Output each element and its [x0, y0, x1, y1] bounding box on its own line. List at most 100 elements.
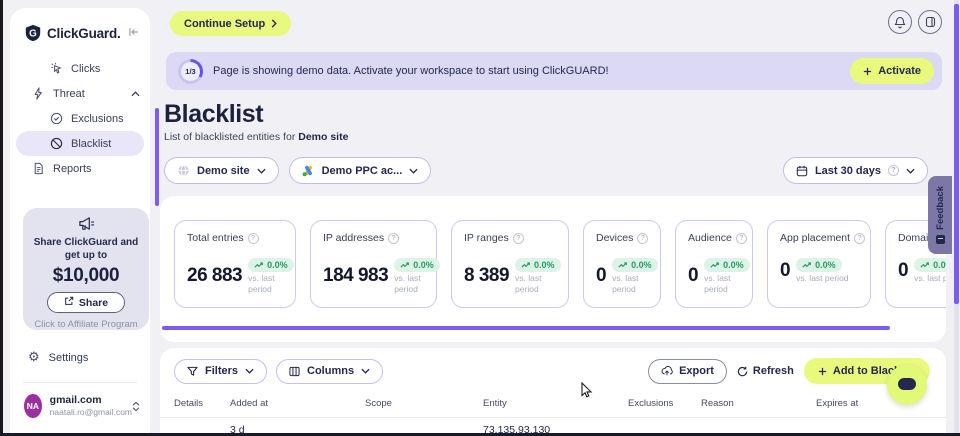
stat-value: 0 — [596, 265, 606, 287]
continue-setup-label: Continue Setup — [184, 18, 265, 30]
date-range-selector[interactable]: Last 30 days ? — [783, 157, 928, 184]
chevron-down-icon — [245, 368, 254, 374]
stat-delta: 0.0% — [933, 260, 946, 270]
sidebar-scrollbar[interactable] — [155, 108, 159, 206]
continue-setup-button[interactable]: Continue Setup — [170, 11, 291, 36]
page-subtitle: List of blacklisted entities for Demo si… — [164, 131, 348, 143]
setup-step-count: 1/3 — [181, 62, 200, 81]
stat-value: 184 983 — [323, 265, 388, 287]
chevron-updown-icon[interactable] — [132, 401, 140, 412]
sidebar-item-blacklist[interactable]: Blacklist — [16, 131, 144, 156]
stat-label: IP addresses — [323, 232, 384, 244]
app-window: G ClickGuard. Clicks Threat — [0, 0, 960, 436]
stat-compare: vs. last period — [796, 273, 848, 284]
sidebar-item-threat[interactable]: Threat — [10, 81, 150, 106]
info-icon[interactable]: ? — [248, 233, 259, 244]
table-header-row: Details Added at Scope Entity Exclusions… — [160, 398, 946, 418]
demo-data-banner: 1/3 Page is showing demo data. Activate … — [166, 52, 942, 90]
user-menu[interactable]: NA gmail.com naatali.ro@gmail.com — [10, 394, 150, 418]
date-range-value: Last 30 days — [815, 165, 881, 177]
column-header-added-at[interactable]: Added at — [230, 398, 365, 409]
stat-card-devices: Devices? 0 0.0% vs. last period — [583, 220, 661, 308]
affiliate-promo-card[interactable]: Share ClickGuard and get up to $10,000 S… — [23, 208, 149, 330]
activate-button[interactable]: Activate — [850, 58, 934, 84]
docs-button[interactable] — [918, 10, 942, 34]
user-name: gmail.com — [50, 394, 132, 407]
avatar: NA — [24, 394, 42, 418]
column-header-entity[interactable]: Entity — [483, 398, 628, 409]
globe-icon — [177, 164, 190, 177]
column-header-reason[interactable]: Reason — [701, 398, 816, 409]
page-subtitle-site: Demo site — [298, 131, 348, 143]
notifications-button[interactable] — [888, 10, 912, 34]
refresh-icon — [737, 366, 748, 377]
sidebar-nav: Clicks Threat Exclusions — [10, 56, 150, 181]
stat-value: 26 883 — [187, 265, 242, 287]
info-icon[interactable]: ? — [513, 233, 524, 244]
ppc-account-value: Demo PPC ac... — [322, 165, 403, 177]
stat-compare: vs. last period — [248, 273, 294, 294]
filters-button[interactable]: Filters — [174, 359, 267, 384]
sidebar-item-clicks[interactable]: Clicks — [10, 56, 150, 81]
trend-up-icon — [521, 262, 531, 269]
stats-panel: Total entries? 26 883 0.0% vs. last peri… — [160, 196, 946, 342]
stat-delta: 0.0% — [267, 260, 288, 270]
ppc-account-selector[interactable]: Demo PPC ac... — [289, 157, 432, 184]
share-button[interactable]: Share — [47, 292, 125, 313]
sidebar-item-settings[interactable]: ⚙ Settings — [10, 350, 150, 365]
chat-widget-button[interactable] — [887, 365, 927, 405]
promo-text-line1: Share ClickGuard and — [23, 236, 149, 249]
chevron-down-icon — [409, 168, 418, 174]
sidebar-collapse-icon[interactable] — [128, 27, 140, 40]
banner-message: Page is showing demo data. Activate your… — [213, 65, 609, 77]
vertical-scrollbar-track[interactable] — [954, 0, 959, 433]
export-button[interactable]: Export — [648, 359, 727, 384]
info-icon[interactable]: ? — [637, 233, 648, 244]
info-icon[interactable]: ? — [854, 233, 865, 244]
svg-text:G: G — [29, 29, 37, 40]
sidebar-item-exclusions[interactable]: Exclusions — [10, 106, 150, 131]
calendar-icon — [796, 165, 808, 177]
stat-card-total-entries: Total entries? 26 883 0.0% vs. last peri… — [174, 220, 296, 308]
stat-card-app-placement: App placement? 0 0.0% vs. last period — [767, 220, 871, 308]
info-icon: ? — [888, 165, 899, 176]
stat-delta: 0.0% — [534, 260, 555, 270]
chat-bubble-icon — [897, 377, 917, 393]
clickguard-logo-icon: G — [24, 24, 42, 42]
columns-button[interactable]: Columns — [276, 359, 383, 384]
cursor-click-icon — [50, 62, 63, 75]
trend-up-icon — [254, 262, 264, 269]
activate-label: Activate — [878, 65, 921, 77]
chevron-down-icon — [361, 368, 370, 374]
stat-value: 0 — [780, 260, 790, 282]
share-button-label: Share — [79, 297, 108, 309]
trend-up-icon — [618, 262, 628, 269]
feedback-label: Feedback — [935, 186, 946, 230]
horizontal-scrollbar[interactable] — [162, 326, 890, 330]
vertical-scrollbar-thumb[interactable] — [954, 4, 959, 304]
chevron-up-icon[interactable] — [131, 91, 140, 97]
chevron-down-icon — [257, 168, 266, 174]
chevron-right-icon — [271, 19, 277, 28]
blacklist-table-panel: Filters Columns Export Refresh — [160, 348, 946, 436]
sidebar-item-reports[interactable]: Reports — [10, 156, 150, 181]
info-icon[interactable]: ? — [388, 233, 399, 244]
settings-label: Settings — [49, 352, 89, 364]
site-selector[interactable]: Demo site — [164, 157, 279, 184]
refresh-label: Refresh — [753, 365, 794, 377]
stat-card-audience: Audience? 0 0.0% vs. last period — [675, 220, 753, 308]
stat-card-ip-addresses: IP addresses? 184 983 0.0% vs. last peri… — [310, 220, 437, 308]
info-icon[interactable]: ? — [736, 233, 747, 244]
page-subtitle-text: List of blacklisted entities for — [164, 131, 298, 143]
trend-up-icon — [710, 262, 720, 269]
google-ads-icon — [302, 165, 315, 177]
user-email: naatali.ro@gmail.com — [50, 407, 132, 418]
filters-label: Filters — [205, 365, 238, 377]
column-header-details[interactable]: Details — [174, 398, 230, 409]
column-header-exclusions[interactable]: Exclusions — [628, 398, 701, 409]
feedback-tab[interactable]: Feedback — [928, 176, 952, 254]
stat-label: Total entries — [187, 232, 244, 244]
column-header-scope[interactable]: Scope — [365, 398, 483, 409]
sidebar-divider — [23, 382, 137, 383]
refresh-button[interactable]: Refresh — [737, 365, 794, 377]
